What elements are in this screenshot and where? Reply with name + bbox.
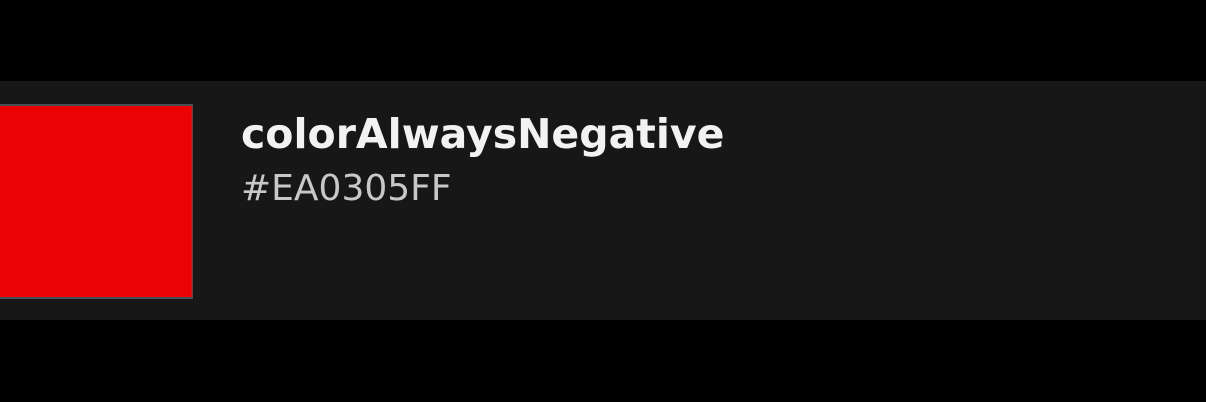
color-name: colorAlwaysNegative <box>241 110 725 158</box>
color-list-row[interactable]: colorAlwaysNegative #EA0305FF <box>0 81 1206 320</box>
color-swatch <box>0 104 193 299</box>
color-hex-value: #EA0305FF <box>241 168 452 209</box>
